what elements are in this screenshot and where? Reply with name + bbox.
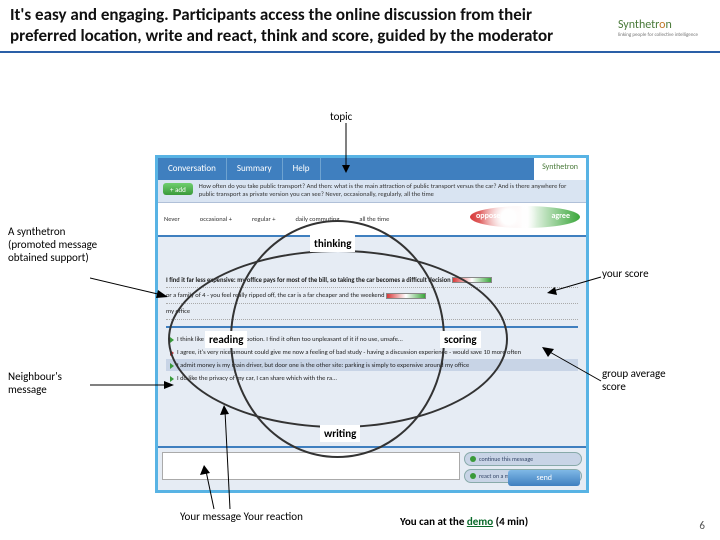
- app-logo: Synthetron: [534, 158, 586, 180]
- tab-help[interactable]: Help: [283, 158, 321, 180]
- callout-demo: You can at the demo (4 min): [400, 515, 528, 528]
- message-row: my office: [166, 308, 578, 320]
- label-scoring: scoring: [440, 331, 481, 348]
- headline-text: It's easy and engaging. Participants acc…: [10, 4, 590, 47]
- callout-group-score: group average score: [602, 367, 672, 393]
- callout-your-message: Your message Your reaction: [180, 510, 303, 523]
- oppose-agree-gradient[interactable]: oppose agree: [470, 206, 580, 232]
- reaction-row: I do like the privacy of my car, I can s…: [166, 372, 578, 384]
- app-screenshot: Conversation Summary Help Synthetron + a…: [155, 155, 589, 493]
- scale-row: Never occasional + regular + daily commu…: [158, 203, 586, 237]
- slide-header: It's easy and engaging. Participants acc…: [0, 0, 720, 47]
- scale-daily[interactable]: daily commuting: [295, 215, 339, 223]
- send-button[interactable]: send: [508, 470, 580, 486]
- topic-bar: + add How often do you take public trans…: [158, 180, 586, 203]
- label-thinking: thinking: [310, 235, 355, 252]
- message-row: or a family of 4 - you feel really rippe…: [166, 292, 578, 304]
- diagram-stage: Conversation Summary Help Synthetron + a…: [0, 95, 720, 540]
- topic-text: How often do you take public transport? …: [199, 183, 581, 199]
- label-reading: reading: [205, 331, 247, 348]
- header-rule: [0, 51, 720, 53]
- callout-topic: topic: [330, 110, 352, 123]
- callout-synthetron: A synthetron (promoted message obtained …: [8, 225, 98, 265]
- tab-summary[interactable]: Summary: [227, 158, 283, 180]
- tab-bar: Conversation Summary Help Synthetron: [158, 158, 586, 180]
- synthetron-message: I find it far less expensive: my office …: [166, 277, 578, 289]
- callout-neighbour: Neighbour's message: [8, 370, 98, 396]
- callout-your-score: your score: [602, 267, 649, 280]
- synthetron-logo: Synthetron linking people for collective…: [618, 18, 698, 38]
- add-button[interactable]: + add: [163, 183, 193, 195]
- scale-regular[interactable]: regular +: [252, 215, 275, 223]
- score-bar[interactable]: [452, 277, 492, 283]
- scale-occasional[interactable]: occasional +: [200, 215, 232, 223]
- scale-never[interactable]: Never: [164, 215, 180, 223]
- messages-area: I find it far less expensive: my office …: [158, 237, 586, 384]
- label-writing: writing: [320, 425, 360, 442]
- message-input[interactable]: [162, 452, 460, 480]
- page-number: 6: [699, 519, 705, 532]
- tab-conversation[interactable]: Conversation: [158, 158, 227, 180]
- score-bar[interactable]: [386, 293, 426, 299]
- scale-all[interactable]: all the time: [359, 215, 389, 223]
- demo-link[interactable]: demo: [467, 515, 493, 528]
- reaction-row-highlighted: I admit money is my main driver, but doo…: [166, 359, 578, 371]
- continue-message-pill[interactable]: continue this message: [464, 452, 582, 466]
